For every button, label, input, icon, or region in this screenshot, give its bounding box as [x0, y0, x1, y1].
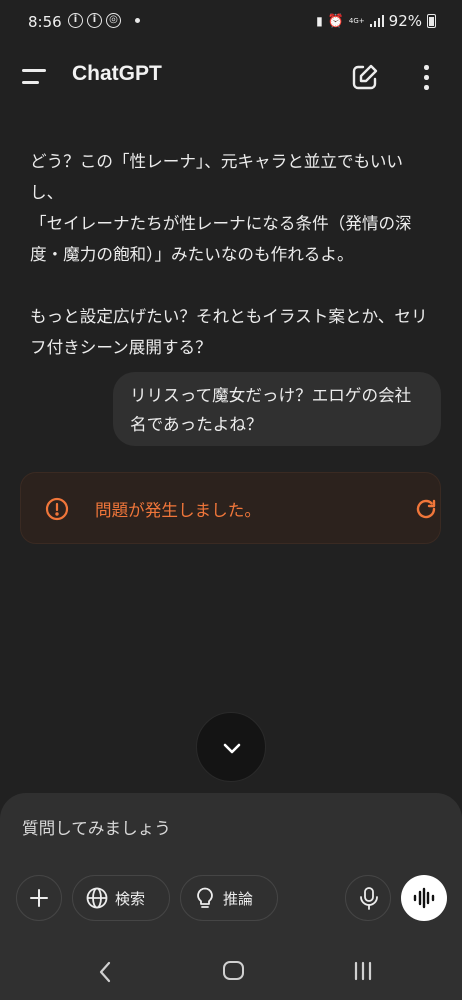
more-options-button[interactable]: [414, 62, 438, 92]
attach-button[interactable]: [16, 875, 62, 921]
app-title: ChatGPT: [72, 62, 162, 85]
app-header: ChatGPT: [0, 46, 462, 108]
user-message: リリスって魔女だっけ？エロゲの会社名であったよね？: [113, 372, 441, 446]
search-button[interactable]: 検索: [72, 875, 170, 921]
error-banner: 問題が発生しました。: [20, 472, 441, 544]
menu-icon: [22, 69, 46, 72]
scroll-to-bottom-button[interactable]: [196, 712, 266, 782]
back-icon[interactable]: [95, 960, 115, 984]
network-type: 4G+: [348, 17, 365, 25]
composer: 質問してみましょう 検索 推論: [0, 793, 462, 943]
signal-icon: [369, 15, 384, 27]
plus-icon: [30, 889, 48, 907]
status-time: 8:56: [28, 13, 62, 31]
status-bar: 8:56 i i ◎ ▮ ⏰ 4G+ 92%: [0, 0, 462, 46]
dictation-button[interactable]: [345, 875, 391, 921]
message-input[interactable]: 質問してみましょう: [22, 815, 171, 839]
home-icon[interactable]: [223, 961, 244, 980]
more-notifications-dot-icon: [135, 18, 140, 23]
status-right: ▮ ⏰ 4G+ 92%: [316, 12, 436, 30]
lightbulb-icon: [197, 887, 213, 908]
voice-wave-icon: [413, 887, 435, 909]
new-chat-button[interactable]: [350, 62, 380, 92]
error-message: 問題が発生しました。: [95, 501, 261, 520]
compose-icon: [352, 64, 378, 90]
voice-mode-button[interactable]: [401, 875, 447, 921]
recents-icon[interactable]: [352, 961, 374, 981]
notification-icons: i i ◎: [68, 13, 140, 28]
system-navigation-bar: [0, 943, 462, 1000]
menu-icon: [22, 81, 39, 84]
alarm-icon: ⏰: [327, 13, 344, 29]
menu-button[interactable]: [22, 66, 50, 88]
reason-label: 推論: [223, 890, 254, 908]
battery-percent: 92%: [388, 12, 422, 30]
search-label: 検索: [115, 890, 146, 908]
assistant-message: どう？この「性レーナ」、元キャラと並立でもいいし、 「セイレーナたちが性レーナに…: [30, 152, 428, 357]
more-icon: [424, 85, 429, 90]
info-icon: i: [68, 13, 83, 28]
error-icon: [45, 497, 69, 521]
more-icon: [424, 75, 429, 80]
battery-saver-icon: ▮: [316, 14, 323, 28]
retry-icon[interactable]: [414, 497, 438, 521]
globe-icon: [86, 887, 108, 909]
info-icon: i: [87, 13, 102, 28]
mic-icon: [360, 887, 378, 910]
chrome-icon: ◎: [106, 13, 121, 28]
more-icon: [424, 65, 429, 70]
chevron-down-icon: [223, 743, 241, 754]
battery-icon: [427, 14, 436, 28]
reason-button[interactable]: 推論: [180, 875, 278, 921]
